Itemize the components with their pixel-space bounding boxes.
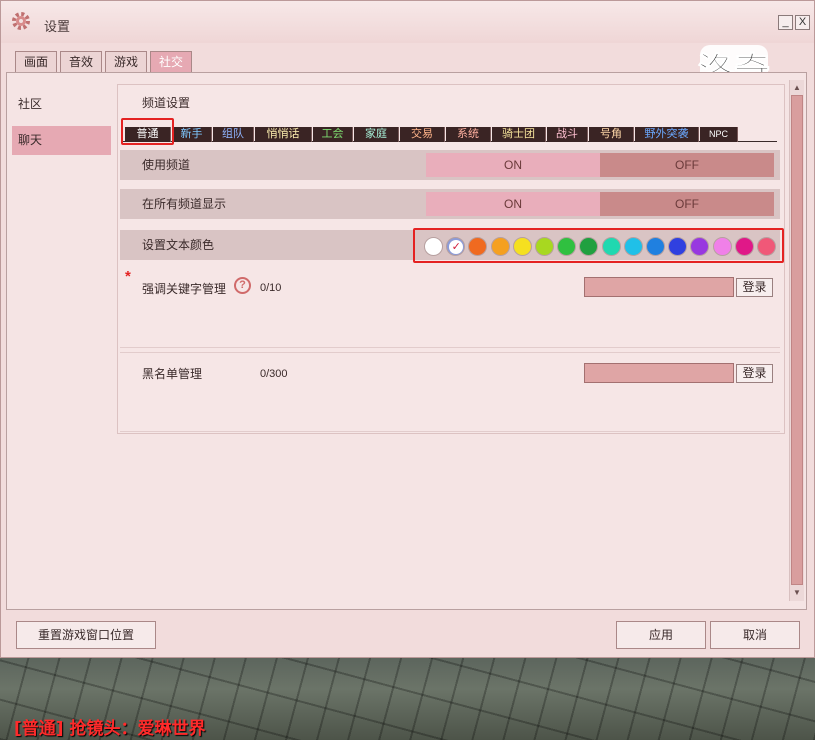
keyword-input[interactable]: [584, 277, 734, 297]
channel-tab-horn[interactable]: 号角: [589, 127, 634, 142]
scrollbar[interactable]: ▲ ▼: [789, 80, 804, 601]
channel-tab-family[interactable]: 家庭: [354, 127, 399, 142]
close-button[interactable]: X: [795, 15, 810, 30]
scroll-up-icon[interactable]: ▲: [790, 81, 804, 94]
section-title: 频道设置: [142, 96, 191, 110]
blacklist-panel: 黑名单管理 0/300 登录: [120, 352, 780, 432]
cancel-button[interactable]: 取消: [710, 621, 800, 649]
use-channel-row: 使用频道 ON OFF: [120, 150, 780, 180]
chat-message: [普通] 抢镜头：爱琳世界: [14, 719, 206, 739]
use-channel-off-button[interactable]: OFF: [600, 153, 774, 177]
required-mark: *: [125, 268, 131, 285]
apply-button[interactable]: 应用: [616, 621, 706, 649]
scroll-down-icon[interactable]: ▼: [790, 586, 804, 599]
tab-sound[interactable]: 音效: [60, 51, 102, 73]
channel-tabs: 普通 新手 组队 悄悄话 工会 家庭 交易 系统 骑士团 战斗 号角 野外突袭 …: [122, 125, 777, 142]
channel-tab-guild[interactable]: 工会: [313, 127, 353, 142]
channel-tab-field-raid[interactable]: 野外突袭: [635, 127, 699, 142]
sidebar-item-community[interactable]: 社区: [12, 90, 111, 119]
channel-tab-party[interactable]: 组队: [213, 127, 254, 142]
channel-tab-trade[interactable]: 交易: [400, 127, 445, 142]
blacklist-register-button[interactable]: 登录: [736, 364, 773, 383]
channel-tab-whisper[interactable]: 悄悄话: [255, 127, 312, 142]
show-all-on-button[interactable]: ON: [426, 192, 600, 216]
channel-tab-npc[interactable]: NPC: [700, 127, 738, 142]
title-bar[interactable]: 设置 _ X: [1, 1, 814, 43]
blacklist-label: 黑名单管理: [142, 367, 203, 381]
tab-game[interactable]: 游戏: [105, 51, 147, 73]
blacklist-input[interactable]: [584, 363, 734, 383]
keyword-count: 0/10: [260, 282, 282, 294]
window-title: 设置: [44, 19, 71, 34]
tab-social[interactable]: 社交: [150, 51, 192, 74]
use-channel-on-button[interactable]: ON: [426, 153, 600, 177]
keyword-register-button[interactable]: 登录: [736, 278, 773, 297]
keyword-label: 强调关键字管理: [142, 282, 227, 296]
use-channel-label: 使用频道: [142, 158, 191, 172]
highlight-color-swatches: [413, 228, 784, 263]
minimize-button[interactable]: _: [778, 15, 793, 30]
blacklist-count: 0/300: [260, 368, 288, 380]
show-all-label: 在所有频道显示: [142, 197, 227, 211]
channel-tab-system[interactable]: 系统: [446, 127, 491, 142]
highlight-general-tab: [121, 118, 174, 145]
gear-icon: [12, 12, 30, 30]
show-all-row: 在所有频道显示 ON OFF: [120, 189, 780, 219]
sidebar-item-chat[interactable]: 聊天: [12, 126, 111, 155]
channel-tab-knights[interactable]: 骑士团: [492, 127, 546, 142]
scroll-thumb[interactable]: [791, 95, 803, 585]
help-icon[interactable]: ?: [234, 277, 251, 294]
show-all-off-button[interactable]: OFF: [600, 192, 774, 216]
keyword-panel: * 强调关键字管理 ? 0/10 登录: [120, 268, 780, 348]
reset-window-position-button[interactable]: 重置游戏窗口位置: [16, 621, 156, 649]
tab-screen[interactable]: 画面: [15, 51, 57, 73]
channel-tab-battle[interactable]: 战斗: [547, 127, 588, 142]
text-color-label: 设置文本颜色: [142, 238, 215, 252]
channel-tab-newbie[interactable]: 新手: [172, 127, 212, 142]
